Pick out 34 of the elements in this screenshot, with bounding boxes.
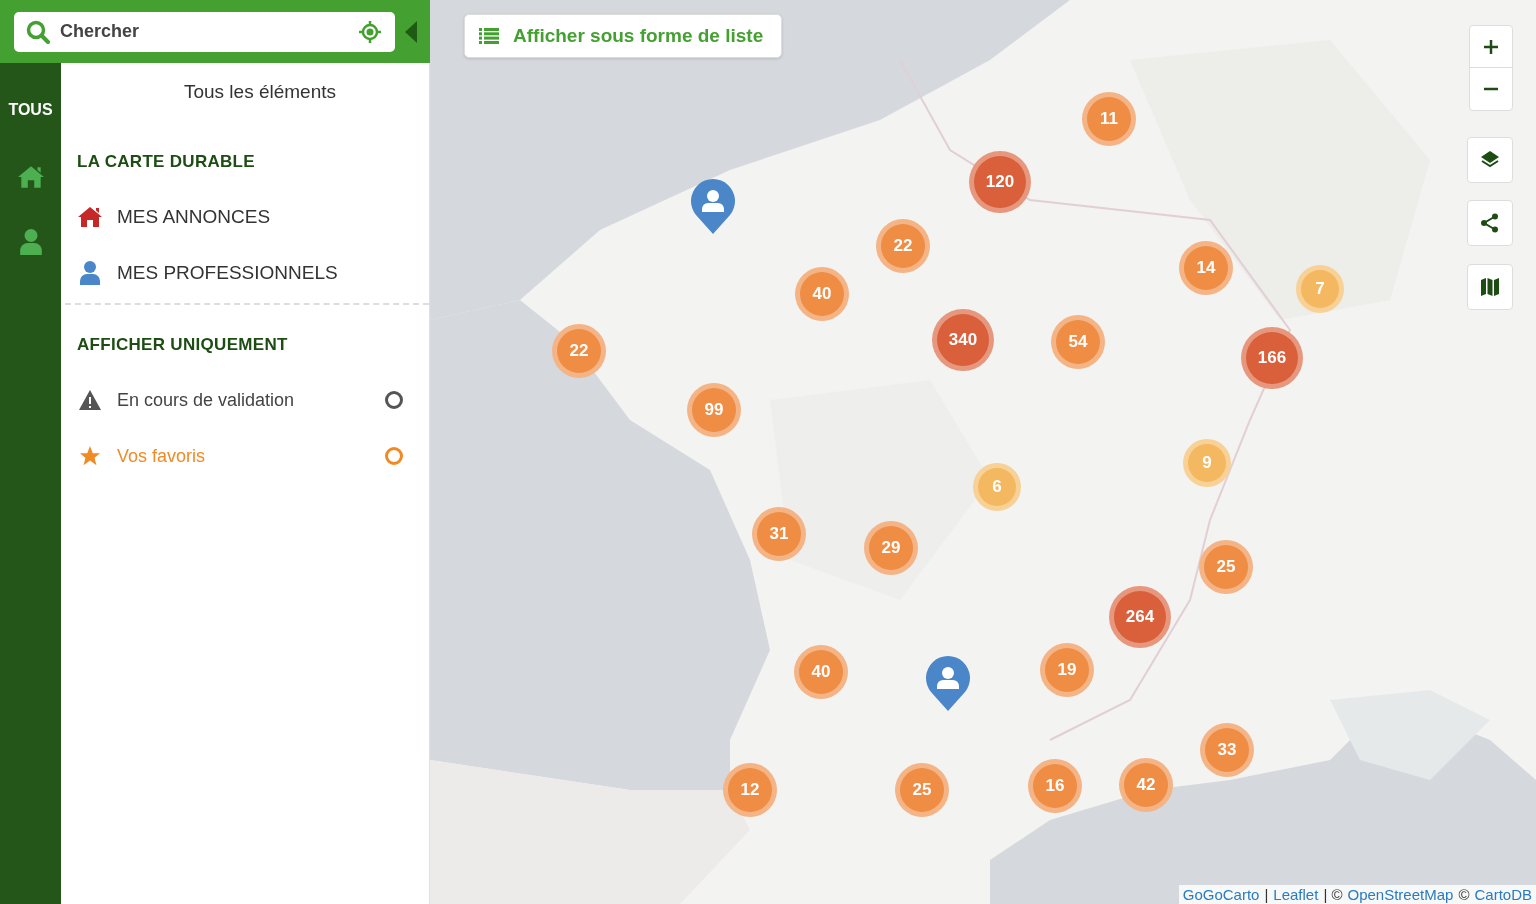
list-view-button[interactable]: Afficher sous forme de liste (464, 14, 783, 58)
category-item[interactable]: MES ANNONCES (77, 205, 417, 229)
house-icon[interactable] (16, 165, 45, 189)
map-icon[interactable] (1467, 264, 1513, 310)
collapse-icon[interactable] (405, 20, 417, 43)
warning-icon (78, 389, 102, 411)
attribution-link[interactable]: Leaflet (1273, 886, 1319, 903)
rail-label[interactable]: TOUS (8, 101, 53, 119)
map-pin[interactable] (925, 656, 971, 712)
star-icon (79, 445, 101, 467)
house-icon (77, 206, 103, 228)
radio-button[interactable] (385, 391, 403, 409)
panel-title: Tous les éléments (182, 81, 338, 103)
category-item[interactable]: MES PROFESSIONNELS (77, 261, 417, 285)
person-icon (79, 261, 101, 285)
attribution-separator: © (1458, 886, 1470, 903)
list-icon (479, 28, 499, 44)
attribution-separator: | © (1323, 886, 1343, 903)
person-icon[interactable] (18, 229, 43, 255)
locate-icon[interactable] (359, 20, 381, 43)
search-field[interactable]: Chercher (14, 11, 395, 52)
attribution-separator: | (1264, 886, 1269, 903)
radio-button[interactable] (385, 447, 403, 465)
attribution-link[interactable]: GoGoCarto (1182, 886, 1260, 903)
section-heading: AFFICHER UNIQUEMENT (77, 335, 289, 355)
attribution-link[interactable]: CartoDB (1474, 886, 1532, 903)
map-pin[interactable] (690, 179, 736, 235)
filter-label[interactable]: En cours de validation (117, 389, 371, 411)
layers-icon[interactable] (1467, 137, 1513, 183)
search-icon (26, 19, 50, 44)
section-heading: LA CARTE DURABLE (77, 152, 256, 172)
filter-label[interactable]: Vos favoris (117, 445, 371, 467)
share-icon[interactable] (1467, 200, 1513, 246)
attribution-link[interactable]: OpenStreetMap (1347, 886, 1454, 903)
